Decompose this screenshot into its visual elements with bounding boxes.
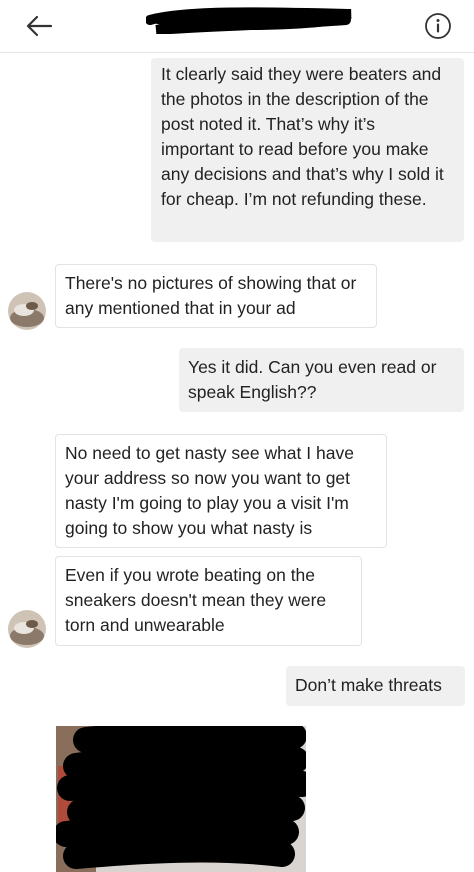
info-circle-icon[interactable]	[424, 12, 452, 40]
redacted-username	[146, 7, 352, 34]
arrow-left-icon[interactable]	[24, 12, 54, 40]
message-bubble-incoming: No need to get nasty see what I have you…	[55, 434, 387, 548]
message-bubble-incoming: There's no pictures of showing that or a…	[55, 264, 377, 328]
message-bubble-outgoing: It clearly said they were beaters and th…	[151, 58, 464, 242]
message-bubble-outgoing: Yes it did. Can you even read or speak E…	[179, 348, 464, 412]
chat-header	[0, 0, 474, 53]
redacted-photo-attachment[interactable]	[56, 726, 306, 872]
message-bubble-incoming: Even if you wrote beating on the sneaker…	[55, 556, 362, 646]
avatar[interactable]	[8, 292, 46, 330]
avatar[interactable]	[8, 610, 46, 648]
message-bubble-outgoing: Don’t make threats	[286, 666, 465, 706]
